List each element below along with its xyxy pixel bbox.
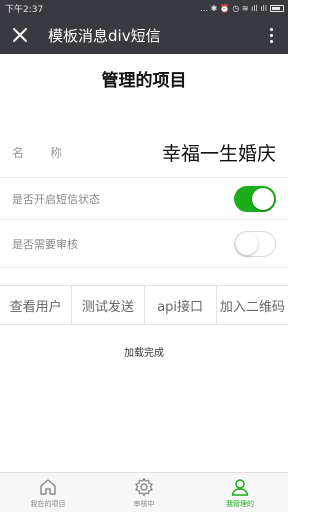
nav-my-projects[interactable]: 我在的项目 <box>0 473 96 512</box>
sms-toggle-switch[interactable] <box>234 185 276 212</box>
nav-reviewing[interactable]: 审核中 <box>96 473 192 512</box>
gear-icon <box>135 477 153 496</box>
bottom-nav: 我在的项目 审核中 我管理的 <box>0 472 288 512</box>
name-label-char1: 名 <box>12 146 25 160</box>
more-button[interactable] <box>264 25 278 45</box>
sms-toggle-row: 是否开启短信状态 <box>0 178 288 220</box>
name-label: 名 称 <box>12 144 62 161</box>
action-tabs: 查看用户 测试发送 api接口 加入二维码 <box>0 285 288 325</box>
name-row: 名 称 幸福一生婚庆 <box>0 128 288 178</box>
page-title: 管理的项目 <box>101 70 187 91</box>
more-dot-icon <box>269 39 273 43</box>
nav-label: 我管理的 <box>226 499 254 508</box>
status-indicators: ... ✱ ⏰ ◷ ≋ ıll ıll <box>200 3 267 13</box>
tab-view-users[interactable]: 查看用户 <box>0 286 73 324</box>
review-toggle-row: 是否需要审核 <box>0 220 288 268</box>
name-label-char2: 称 <box>50 146 63 160</box>
review-toggle-label: 是否需要审核 <box>12 237 78 251</box>
more-dot-icon <box>269 27 273 31</box>
user-icon <box>231 478 249 496</box>
status-time: 下午2:37 <box>5 4 44 15</box>
status-icons: ... ✱ ⏰ ◷ ≋ ıll ıll <box>200 4 284 13</box>
more-dot-icon <box>269 33 273 37</box>
nav-my-managed[interactable]: 我管理的 <box>192 473 288 512</box>
tab-qrcode[interactable]: 加入二维码 <box>217 286 288 324</box>
status-bar: 下午2:37 ... ✱ ⏰ ◷ ≋ ıll ıll <box>0 0 288 16</box>
tab-api[interactable]: api接口 <box>145 286 217 324</box>
nav-label: 审核中 <box>133 499 155 508</box>
title-bar: 模板消息div短信 <box>0 16 288 54</box>
load-status: 加载完成 <box>124 348 164 359</box>
close-button[interactable] <box>10 25 30 45</box>
name-value[interactable]: 幸福一生婚庆 <box>162 139 276 166</box>
sms-toggle-label: 是否开启短信状态 <box>12 192 100 206</box>
battery-icon <box>270 4 284 12</box>
close-icon <box>13 28 27 42</box>
project-form: 名 称 幸福一生婚庆 是否开启短信状态 是否需要审核 <box>0 128 288 268</box>
page-header-title: 模板消息div短信 <box>48 26 161 45</box>
nav-label: 我在的项目 <box>30 499 66 508</box>
home-icon <box>40 478 56 495</box>
review-toggle-switch[interactable] <box>234 230 276 257</box>
tab-test-send[interactable]: 测试发送 <box>72 286 145 324</box>
toggle-knob <box>252 187 274 210</box>
toggle-knob <box>236 232 258 255</box>
